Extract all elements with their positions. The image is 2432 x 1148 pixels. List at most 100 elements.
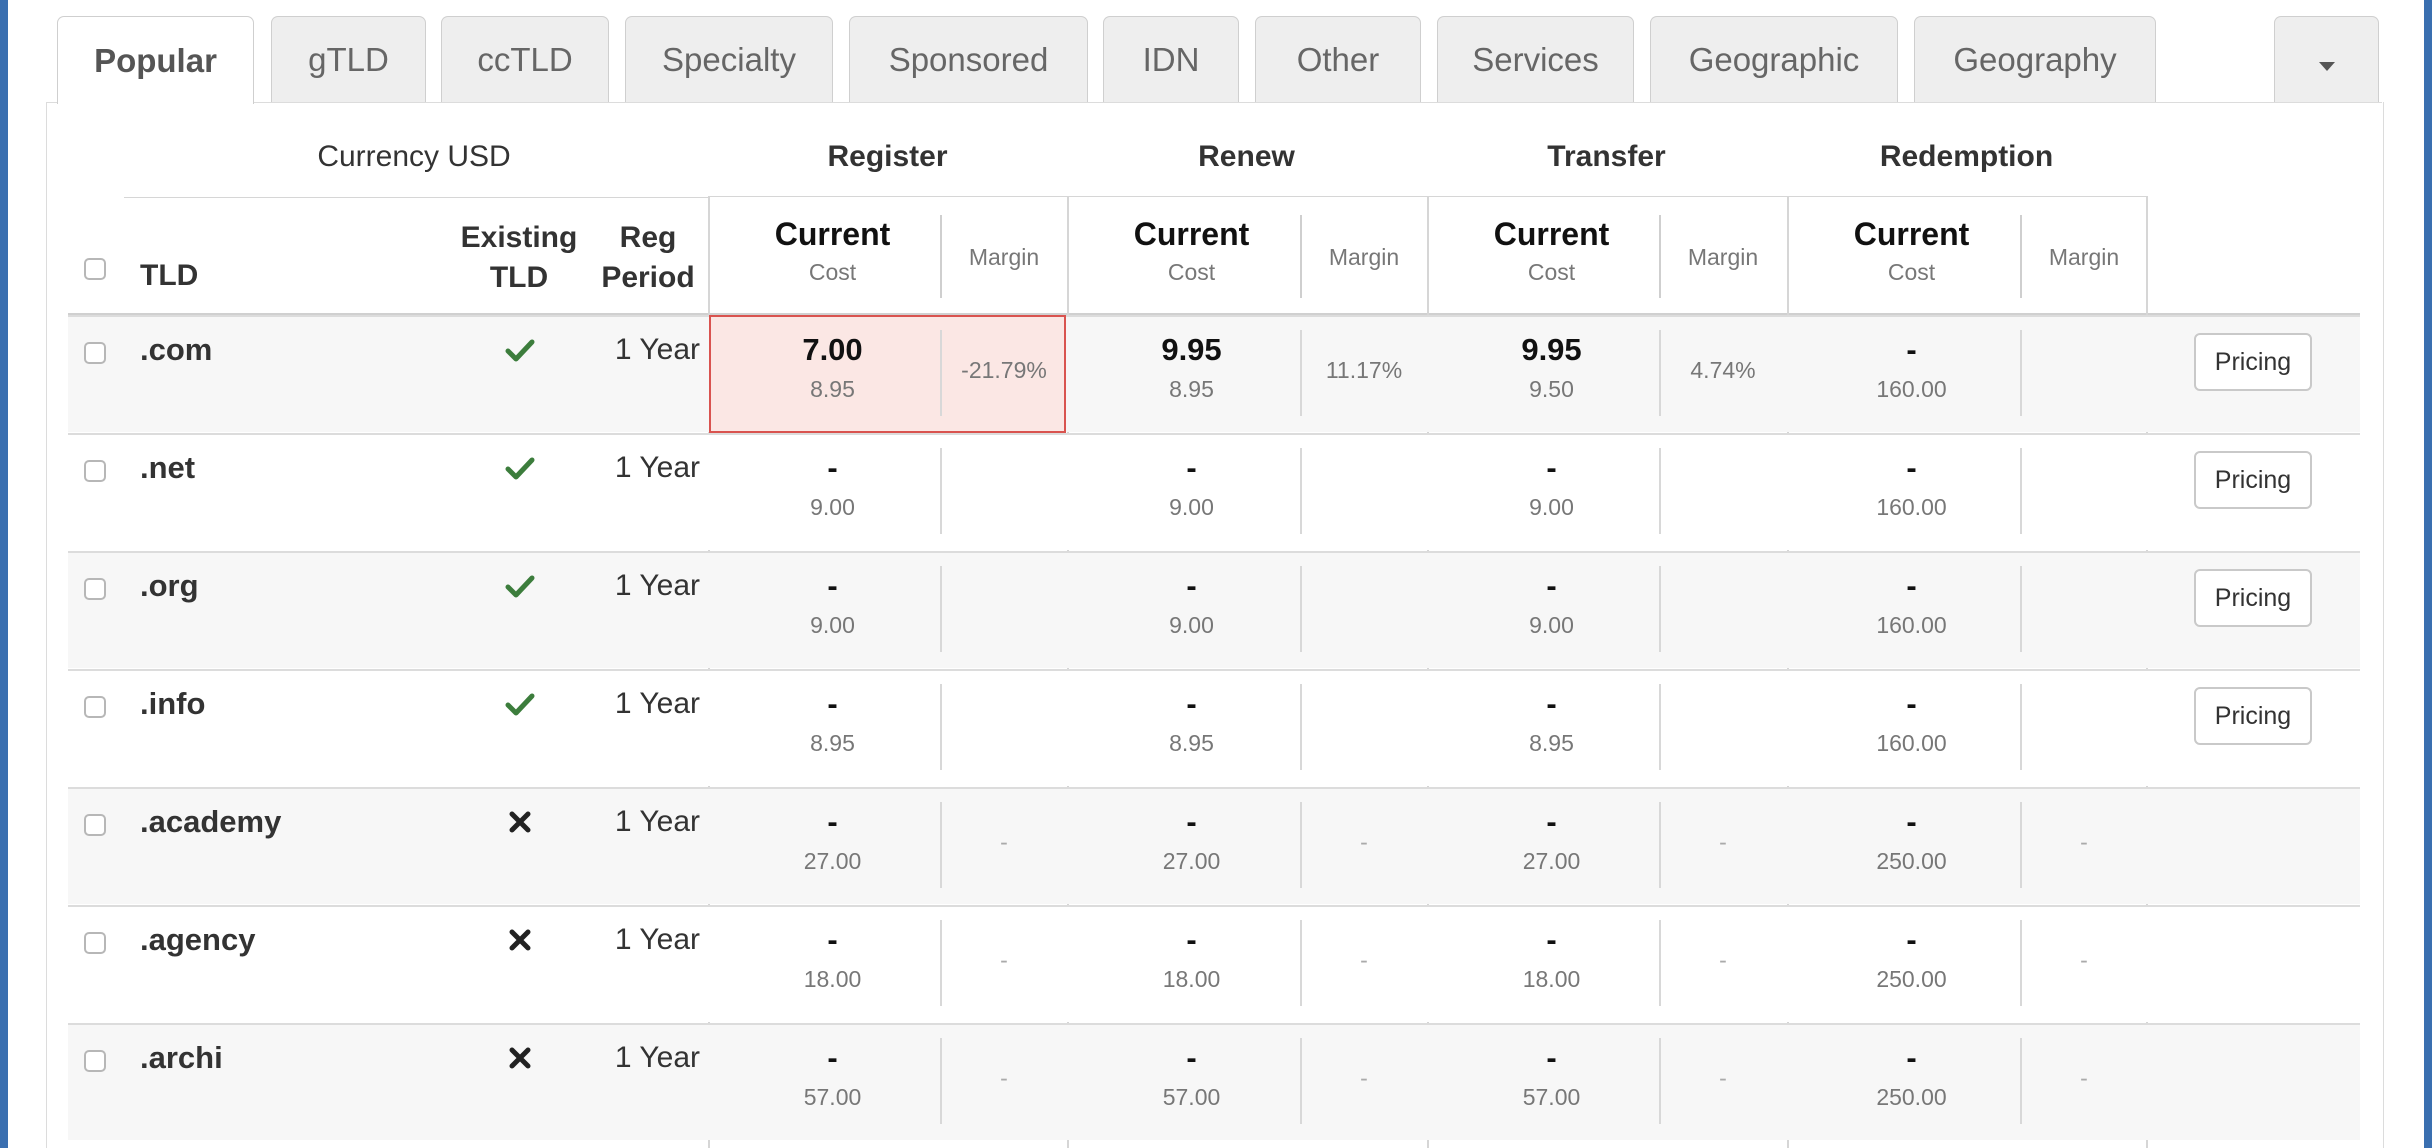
transfer-current-price[interactable]: - [1435,450,1668,488]
transfer-current-cell: - 9.00 [1435,450,1668,521]
renew-margin: - [1360,947,1368,973]
redemption-current-cell: - 160.00 [1795,568,2028,639]
transfer-cost: 9.00 [1529,494,1574,520]
renew-current-price[interactable]: - [1075,450,1308,488]
register-current-price[interactable]: - [716,686,949,724]
renew-margin: 11.17% [1325,357,1403,383]
reg-header-line2: Period [601,261,695,294]
row-select-checkbox[interactable] [84,578,106,600]
row-select-checkbox[interactable] [84,696,106,718]
select-all-checkbox[interactable] [84,258,106,280]
check-icon [505,339,535,362]
row-select-checkbox[interactable] [84,814,106,836]
pricing-button[interactable]: Pricing [2194,333,2312,391]
pricing-button[interactable]: Pricing [2194,451,2312,509]
renew-cost: 9.00 [1169,612,1214,638]
renew-current-price[interactable]: - [1075,1040,1308,1078]
transfer-margin: 4.74% [1690,357,1756,383]
renew-current-cell: - 18.00 [1075,922,1308,993]
transfer-current-price[interactable]: - [1435,568,1668,606]
renew-margin: - [1360,829,1368,855]
tab-cctld[interactable]: ccTLD [441,16,609,102]
redemption-current-price[interactable]: - [1795,686,2028,724]
register-current-price[interactable]: - [716,804,949,842]
redemption-current-price[interactable]: - [1795,568,2028,606]
tab-other[interactable]: Other [1255,16,1421,102]
transfer-current-cell: - 8.95 [1435,686,1668,757]
register-current-price[interactable]: - [716,922,949,960]
redemption-cost: 250.00 [1876,966,1947,992]
register-margin: -21.79% [961,357,1047,383]
renew-current-price[interactable]: - [1075,686,1308,724]
register-current-price[interactable]: - [716,1040,949,1078]
tab-geography[interactable]: Geography [1914,16,2156,102]
row-select-checkbox[interactable] [84,932,106,954]
redemption-cost: 250.00 [1876,848,1947,874]
transfer-margin: - [1719,829,1727,855]
register-cost: 9.00 [810,494,855,520]
tab-services[interactable]: Services [1437,16,1634,102]
cell-divider [1659,566,1661,652]
register-cost: 18.00 [803,966,862,992]
transfer-current-price[interactable]: - [1435,686,1668,724]
more-tabs-dropdown[interactable] [2274,16,2379,102]
transfer-current-price[interactable]: - [1435,922,1668,960]
register-current-price[interactable]: 7.00 [716,332,949,370]
cell-divider [940,684,942,770]
row-select-checkbox[interactable] [84,1050,106,1072]
redemption-margin: - [2080,947,2088,973]
reg-period: 1 Year [614,923,700,956]
row-select-checkbox[interactable] [84,460,106,482]
pricing-button[interactable]: Pricing [2194,687,2312,745]
tab-gtld[interactable]: gTLD [271,16,426,102]
register-current-price[interactable]: - [716,450,949,488]
check-icon [505,693,535,716]
redemption-current-price[interactable]: - [1795,332,2028,370]
renew-current-cell: - 27.00 [1075,804,1308,875]
register-current-cell: - 9.00 [716,568,949,639]
cell-divider [1300,684,1302,770]
header-register: Register [827,140,948,173]
renew-current-price[interactable]: - [1075,568,1308,606]
current-label: Current [1493,216,1610,252]
redemption-current-price[interactable]: - [1795,804,2028,842]
tab-geographic[interactable]: Geographic [1650,16,1898,102]
tab-popular[interactable]: Popular [57,16,254,104]
pricing-button[interactable]: Pricing [2194,569,2312,627]
renew-current-price[interactable]: - [1075,922,1308,960]
transfer-current-price[interactable]: 9.95 [1435,332,1668,370]
renew-current-cell: - 9.00 [1075,568,1308,639]
tab-idn[interactable]: IDN [1103,16,1239,102]
cell-divider [2020,448,2022,534]
tld-name: .com [140,332,213,367]
renew-current-cell: - 9.00 [1075,450,1308,521]
header-renew: Renew [1198,140,1295,173]
transfer-margin: - [1719,947,1727,973]
cell-divider [1300,448,1302,534]
register-current-cell: - 8.95 [716,686,949,757]
redemption-current-price[interactable]: - [1795,1040,2028,1078]
transfer-current-price[interactable]: - [1435,804,1668,842]
row-select-checkbox[interactable] [84,342,106,364]
transfer-current-price[interactable]: - [1435,1040,1668,1078]
cell-divider [1300,566,1302,652]
register-current-price[interactable]: - [716,568,949,606]
cross-icon [509,811,531,833]
renew-cost: 27.00 [1162,848,1221,874]
renew-cost: 18.00 [1162,966,1221,992]
renew-current-price[interactable]: 9.95 [1075,332,1308,370]
renew-current-price[interactable]: - [1075,804,1308,842]
redemption-current-cell: - 250.00 [1795,922,2028,993]
check-icon [505,457,535,480]
register-current-header: Current Cost [716,216,949,286]
redemption-current-price[interactable]: - [1795,450,2028,488]
renew-current-header: Current Cost [1075,216,1308,286]
tab-specialty[interactable]: Specialty [625,16,833,102]
transfer-margin: - [1719,1065,1727,1091]
redemption-current-price[interactable]: - [1795,922,2028,960]
tab-sponsored[interactable]: Sponsored [849,16,1088,102]
reg-period-header: Reg Period [596,218,700,298]
caret-down-icon [2318,62,2335,71]
register-margin-header: Margin [968,244,1040,270]
header-underline [124,197,708,198]
